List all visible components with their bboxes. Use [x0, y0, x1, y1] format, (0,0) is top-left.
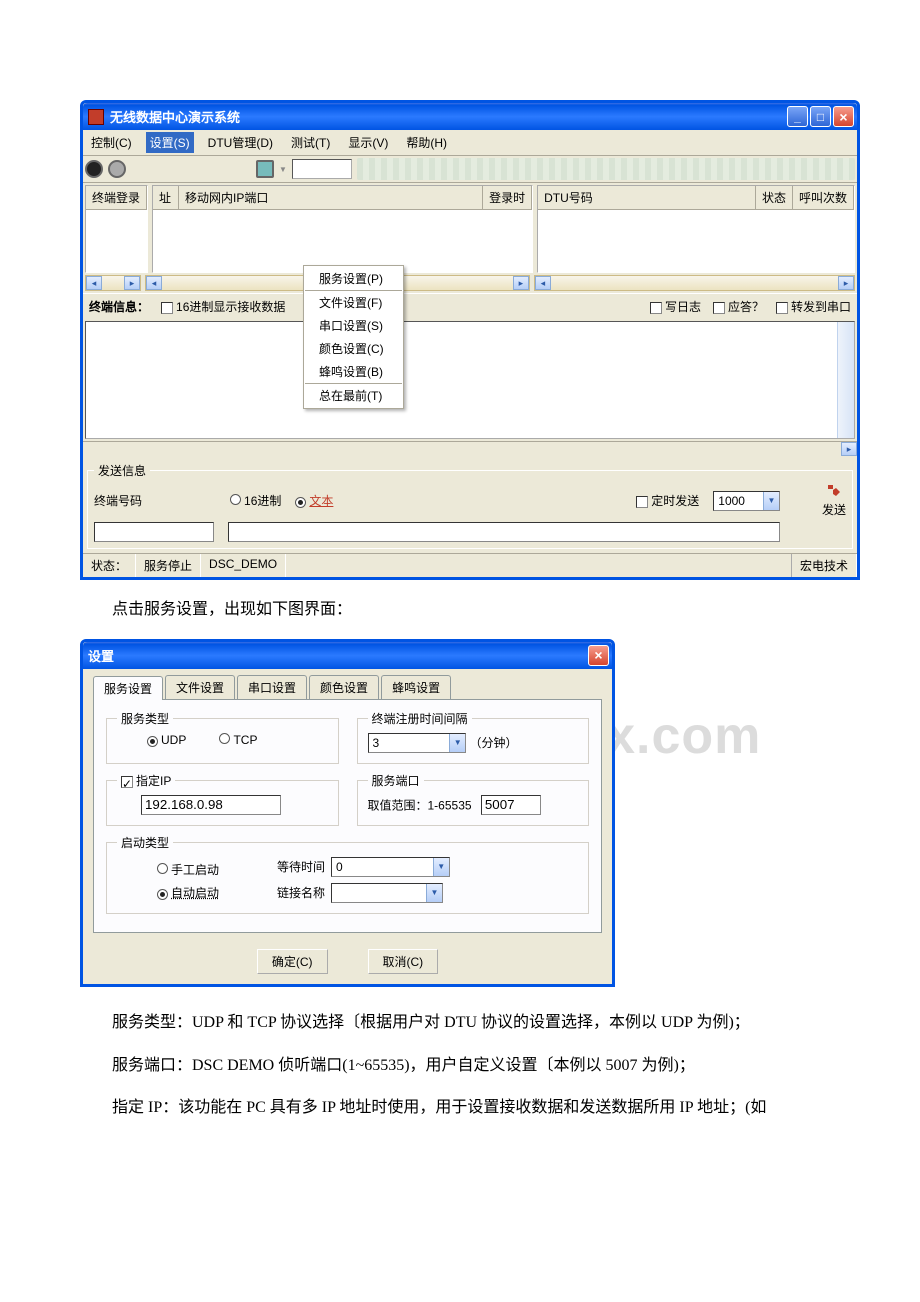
- menu-beep-settings[interactable]: 蜂鸣设置(B): [305, 360, 402, 383]
- ok-button[interactable]: 确定(C): [257, 949, 328, 974]
- reg-interval-combo[interactable]: 3▼: [368, 733, 467, 753]
- tab-color[interactable]: 颜色设置: [309, 675, 379, 699]
- dlg-titlebar[interactable]: 设置 ×: [83, 642, 612, 669]
- toolbar-combo[interactable]: [292, 159, 352, 179]
- status-label: 状态：: [83, 554, 136, 577]
- left-pane: 终端登录: [85, 185, 148, 273]
- hscroll-right[interactable]: ▸: [841, 442, 857, 456]
- tab-serial[interactable]: 串口设置: [237, 675, 307, 699]
- tab-beep[interactable]: 蜂鸣设置: [381, 675, 451, 699]
- menu-help[interactable]: 帮助(H): [402, 132, 451, 153]
- left-scrollbar[interactable]: ◂▸: [85, 275, 141, 291]
- paragraph-1: 服务类型：UDP 和 TCP 协议选择〔根据用户对 DTU 协议的设置选择，本例…: [80, 1009, 860, 1038]
- toolbar-filler: [357, 158, 855, 180]
- chk-log[interactable]: [650, 302, 662, 314]
- main-app-window: 无线数据中心演示系统 _ □ × 控制(C) 设置(S) DTU管理(D) 测试…: [80, 100, 860, 580]
- dlg-title: 设置: [88, 646, 114, 665]
- tabs: 服务设置 文件设置 串口设置 颜色设置 蜂鸣设置: [83, 669, 612, 699]
- menu-dtu[interactable]: DTU管理(D): [204, 132, 277, 153]
- col-ip-port: 移动网内IP端口: [179, 186, 483, 209]
- tab-service[interactable]: 服务设置: [93, 676, 163, 700]
- settings-dropdown: 服务设置(P) 文件设置(F) 串口设置(S) 颜色设置(C) 蜂鸣设置(B) …: [303, 265, 404, 409]
- wait-time-combo[interactable]: 0▼: [331, 857, 450, 877]
- send-text-input[interactable]: [228, 522, 780, 542]
- toolbar: ▼: [83, 156, 857, 183]
- vscroll[interactable]: [837, 322, 854, 438]
- col-status: 状态: [756, 186, 793, 209]
- menu-color-settings[interactable]: 颜色设置(C): [305, 337, 402, 360]
- col-dtu-no: DTU号码: [538, 186, 756, 209]
- radio-tcp[interactable]: [219, 733, 230, 744]
- radio-manual[interactable]: [157, 863, 168, 874]
- col-addr: 址: [153, 186, 179, 209]
- menu-serial-settings[interactable]: 串口设置(S): [305, 314, 402, 337]
- menu-test[interactable]: 测试(T): [287, 132, 334, 153]
- radio-hex[interactable]: [230, 494, 241, 505]
- right-scrollbar[interactable]: ◂▸: [534, 275, 855, 291]
- chk-answer[interactable]: [713, 302, 725, 314]
- minimize-button[interactable]: _: [787, 106, 808, 127]
- settings-dialog: 设置 × 服务设置 文件设置 串口设置 颜色设置 蜂鸣设置 服务类型 UDP T…: [80, 639, 615, 987]
- menu-file-settings[interactable]: 文件设置(F): [305, 291, 402, 314]
- stop-icon[interactable]: [108, 160, 126, 178]
- radio-text[interactable]: [295, 497, 306, 508]
- ip-input[interactable]: [141, 795, 281, 815]
- cancel-button[interactable]: 取消(C): [368, 949, 439, 974]
- terminal-no-label: 终端号码: [94, 492, 142, 509]
- status-company: 宏电技术: [791, 554, 857, 577]
- port-input[interactable]: [481, 795, 541, 815]
- send-button[interactable]: 发送: [822, 483, 846, 518]
- receive-textarea[interactable]: [85, 321, 855, 439]
- col-calls: 呼叫次数: [793, 186, 854, 209]
- chk-autosend[interactable]: [636, 496, 648, 508]
- options-row: 终端信息： 16进制显示接收数据 写日志 应答？ 转发到串口: [83, 293, 857, 319]
- start-type-group: 启动类型 手工启动 自动启动 等待时间 0▼ 链接名称 ▼: [106, 834, 589, 914]
- service-type-group: 服务类型 UDP TCP: [106, 710, 339, 764]
- maximize-button[interactable]: □: [810, 106, 831, 127]
- col-terminal-login: 终端登录: [86, 186, 147, 209]
- radio-auto[interactable]: [157, 889, 168, 900]
- send-icon: [826, 483, 842, 499]
- chk-specify-ip[interactable]: ✓: [121, 776, 133, 788]
- terminal-info-label: 终端信息：: [89, 298, 149, 315]
- port-group: 服务端口 取值范围：1-65535: [357, 772, 590, 826]
- tool-icon[interactable]: [256, 160, 274, 178]
- menu-control[interactable]: 控制(C): [87, 132, 136, 153]
- link-name-combo[interactable]: ▼: [331, 883, 443, 903]
- window-title: 无线数据中心演示系统: [110, 107, 240, 126]
- app-icon: [88, 109, 104, 125]
- right-pane: DTU号码 状态 呼叫次数: [537, 185, 855, 273]
- menu-service-settings[interactable]: 服务设置(P): [305, 267, 402, 290]
- send-group: 发送信息 终端号码 16进制 文本 定时发送 1000▼ 发送: [87, 462, 853, 549]
- menubar: 控制(C) 设置(S) DTU管理(D) 测试(T) 显示(V) 帮助(H): [83, 130, 857, 156]
- chk-forward[interactable]: [776, 302, 788, 314]
- paragraph-2: 服务端口：DSC DEMO 侦听端口(1~65535)，用户自定义设置〔本例以 …: [80, 1052, 860, 1081]
- radio-udp[interactable]: [147, 736, 158, 747]
- record-icon[interactable]: [85, 160, 103, 178]
- doc-text-1: 点击服务设置，出现如下图界面：: [80, 596, 860, 625]
- dlg-close-button[interactable]: ×: [588, 645, 609, 666]
- middle-pane: 址 移动网内IP端口 登录时: [152, 185, 533, 273]
- status-service: 服务停止: [136, 554, 201, 577]
- ip-group: ✓指定IP: [106, 772, 339, 826]
- reg-interval-group: 终端注册时间间隔 3▼ （分钟）: [357, 710, 590, 764]
- chk-hex-display[interactable]: [161, 302, 173, 314]
- terminal-no-input[interactable]: [94, 522, 214, 542]
- status-mode: DSC_DEMO: [201, 554, 286, 577]
- titlebar[interactable]: 无线数据中心演示系统 _ □ ×: [83, 103, 857, 130]
- col-login-time: 登录时: [483, 186, 532, 209]
- menu-settings[interactable]: 设置(S): [146, 132, 194, 153]
- send-legend: 发送信息: [94, 462, 150, 479]
- interval-combo[interactable]: 1000▼: [713, 491, 780, 511]
- menu-display[interactable]: 显示(V): [344, 132, 392, 153]
- close-button[interactable]: ×: [833, 106, 854, 127]
- statusbar: 状态： 服务停止 DSC_DEMO 宏电技术: [83, 553, 857, 577]
- menu-always-on-top[interactable]: 总在最前(T): [305, 384, 402, 407]
- paragraph-3: 指定 IP：该功能在 PC 具有多 IP 地址时使用，用于设置接收数据和发送数据…: [80, 1094, 860, 1123]
- tab-file[interactable]: 文件设置: [165, 675, 235, 699]
